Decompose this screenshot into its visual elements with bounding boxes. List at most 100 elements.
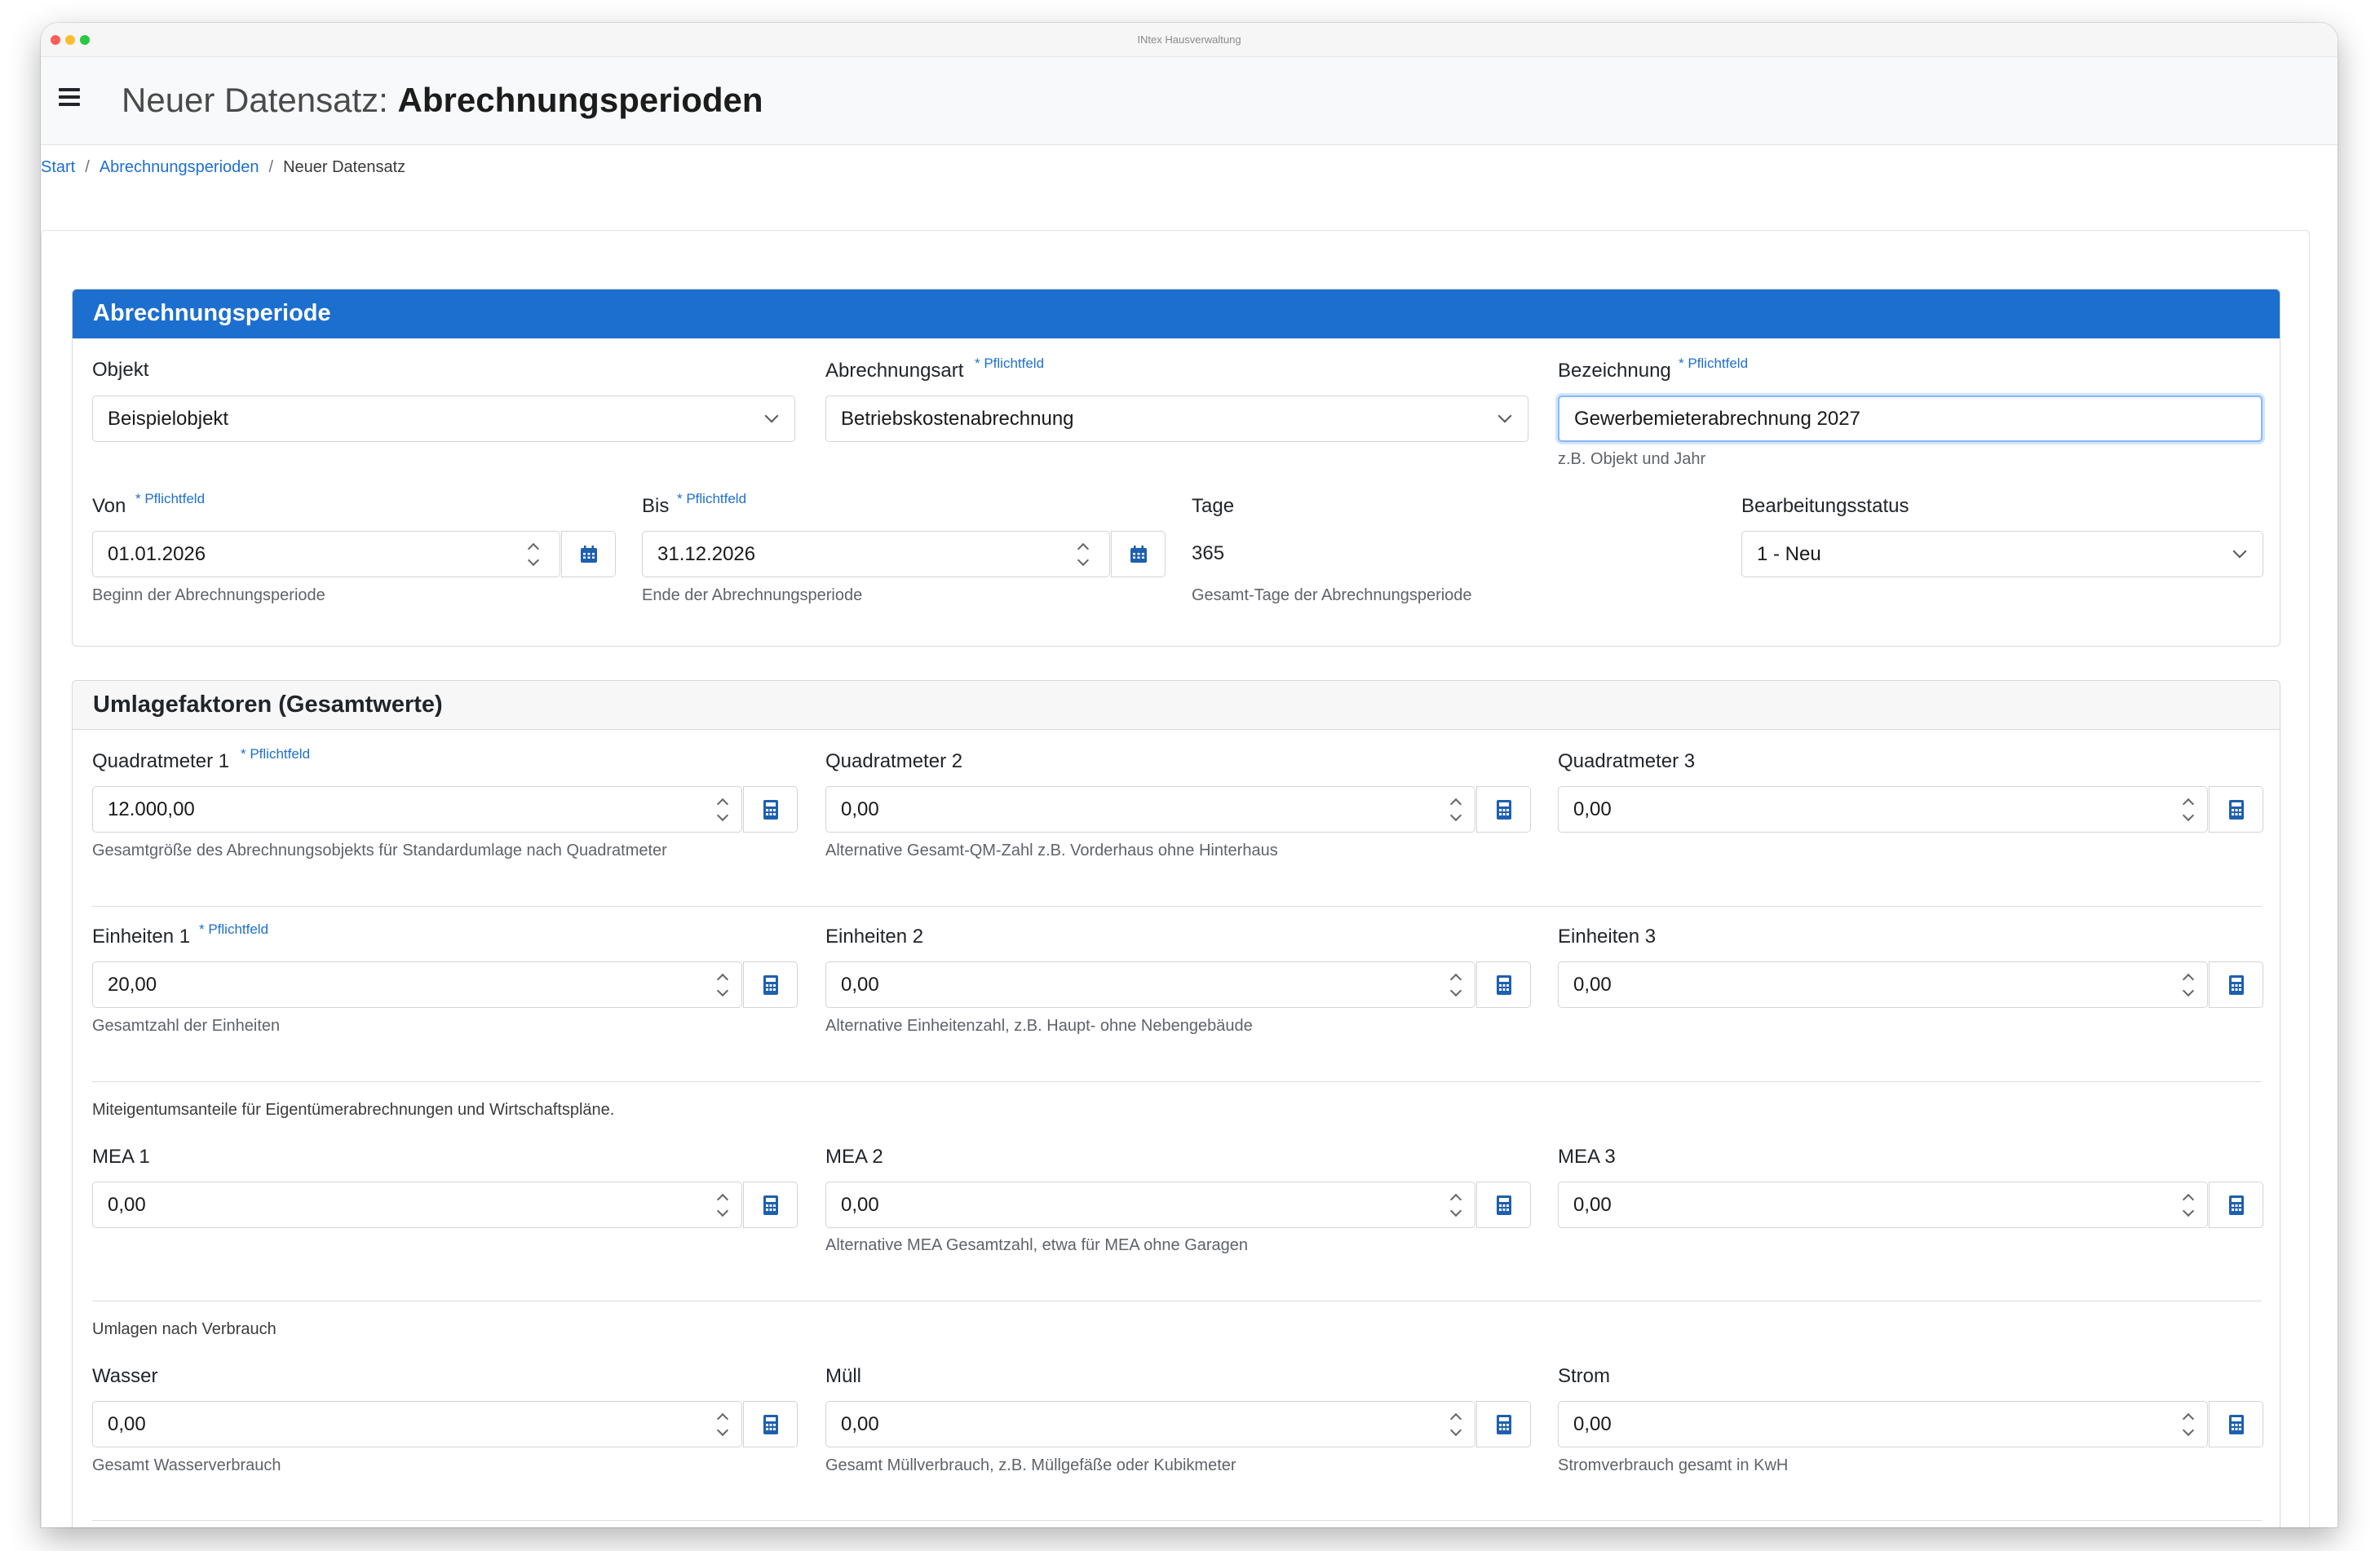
chevron-down-icon <box>1500 414 1510 424</box>
abrechnungsart-select[interactable]: Betriebskostenabrechnung <box>825 395 1528 442</box>
einheiten-3-label: Einheiten 3 <box>1558 926 1657 948</box>
wasser-value: 0,00 <box>108 1412 146 1435</box>
app-window: INtex Hausverwaltung Neuer Datensatz: Ab… <box>41 23 2338 1527</box>
bezeichnung-value: Gewerbemieterabrechnung 2027 <box>1574 407 1860 430</box>
calculator-icon <box>2228 974 2244 995</box>
einheiten-2-input[interactable]: 0,00 <box>825 961 1531 1008</box>
mea-2-input[interactable]: 0,00 <box>825 1182 1531 1228</box>
quadratmeter-3-value: 0,00 <box>1573 798 1612 820</box>
mea-3-input[interactable]: 0,00 <box>1558 1182 2263 1228</box>
quadratmeter-1-stepper[interactable] <box>714 793 731 826</box>
wasser-stepper[interactable] <box>714 1408 731 1441</box>
quadratmeter-3-stepper[interactable] <box>2180 793 2196 826</box>
quadratmeter-2-help: Alternative Gesamt-QM-Zahl z.B. Vorderha… <box>825 842 1278 859</box>
menu-icon[interactable] <box>59 86 82 106</box>
von-date-input[interactable]: 01.01.2026 <box>92 531 616 577</box>
mea-3-label: MEA 3 <box>1558 1146 1616 1168</box>
calculator-icon <box>1496 974 1511 995</box>
muell-label: Müll <box>825 1365 862 1387</box>
calculator-icon <box>1496 1195 1511 1215</box>
muell-input[interactable]: 0,00 <box>825 1401 1531 1447</box>
einheiten-3-input[interactable]: 0,00 <box>1558 961 2263 1008</box>
einheiten-2-stepper[interactable] <box>1448 969 1464 1001</box>
einheiten-1-stepper[interactable] <box>714 969 731 1001</box>
einheiten-1-calculator-button[interactable] <box>743 961 798 1008</box>
calculator-icon <box>2228 1195 2244 1215</box>
mea-3-stepper[interactable] <box>2180 1189 2196 1222</box>
page-title-prefix: Neuer Datensatz: <box>122 81 388 119</box>
einheiten-3-calculator-button[interactable] <box>2209 961 2263 1008</box>
einheiten-2-calculator-button[interactable] <box>1476 961 1531 1008</box>
breadcrumb-start-link[interactable]: Start <box>41 158 75 176</box>
bearbeitungsstatus-label: Bearbeitungsstatus <box>1741 495 1909 517</box>
wasser-input[interactable]: 0,00 <box>92 1401 798 1447</box>
bis-date-input[interactable]: 31.12.2026 <box>642 531 1166 577</box>
einheiten-3-stepper[interactable] <box>2180 969 2196 1001</box>
von-value: 01.01.2026 <box>108 542 206 565</box>
quadratmeter-1-help: Gesamtgröße des Abrechnungsobjekts für S… <box>92 842 667 859</box>
app-header: Neuer Datensatz: Abrechnungsperioden <box>41 57 2338 145</box>
strom-calculator-button[interactable] <box>2209 1401 2263 1447</box>
mea-1-input[interactable]: 0,00 <box>92 1182 798 1228</box>
muell-help: Gesamt Müllverbrauch, z.B. Müllgefäße od… <box>825 1456 1236 1474</box>
divider <box>92 906 2262 907</box>
mea-1-calculator-button[interactable] <box>743 1182 798 1228</box>
tage-help: Gesamt-Tage der Abrechnungsperiode <box>1192 586 1472 604</box>
strom-help: Stromverbrauch gesamt in KwH <box>1558 1456 1789 1474</box>
muell-calculator-button[interactable] <box>1476 1401 1531 1447</box>
quadratmeter-1-input[interactable]: 12.000,00 <box>92 786 798 833</box>
einheiten-1-input[interactable]: 20,00 <box>92 961 798 1008</box>
quadratmeter-2-stepper[interactable] <box>1448 793 1464 826</box>
mea-3-value: 0,00 <box>1573 1193 1612 1216</box>
quadratmeter-1-calculator-button[interactable] <box>743 786 798 833</box>
mea-1-label: MEA 1 <box>92 1146 150 1168</box>
abrechnungsart-value: Betriebskostenabrechnung <box>841 407 1074 430</box>
strom-stepper[interactable] <box>2180 1408 2196 1441</box>
einheiten-1-label: Einheiten 1 <box>92 926 191 948</box>
quadratmeter-2-calculator-button[interactable] <box>1476 786 1531 833</box>
objekt-select[interactable]: Beispielobjekt <box>92 395 795 442</box>
page-title: Neuer Datensatz: Abrechnungsperioden <box>122 80 763 121</box>
calculator-icon <box>2228 1414 2244 1434</box>
bearbeitungsstatus-select[interactable]: 1 - Neu <box>1741 531 2263 577</box>
required-marker: * Pflichtfeld <box>241 746 311 762</box>
required-marker: * Pflichtfeld <box>199 921 269 937</box>
muell-stepper[interactable] <box>1448 1408 1464 1441</box>
required-marker: * Pflichtfeld <box>1679 356 1749 371</box>
page-title-entity: Abrechnungsperioden <box>397 81 763 119</box>
mea-2-help: Alternative MEA Gesamtzahl, etwa für MEA… <box>825 1236 1249 1254</box>
wasser-calculator-button[interactable] <box>743 1401 798 1447</box>
von-stepper[interactable] <box>525 538 542 571</box>
mea-1-value: 0,00 <box>108 1193 146 1216</box>
bis-calendar-button[interactable] <box>1111 531 1166 577</box>
mea-2-calculator-button[interactable] <box>1476 1182 1531 1228</box>
strom-input[interactable]: 0,00 <box>1558 1401 2263 1447</box>
wasser-label: Wasser <box>92 1365 158 1387</box>
quadratmeter-2-input[interactable]: 0,00 <box>825 786 1531 833</box>
divider <box>92 1081 2262 1082</box>
bezeichnung-help: z.B. Objekt und Jahr <box>1558 450 1706 468</box>
calculator-icon <box>763 974 778 995</box>
verbrauch-note: Umlagen nach Verbrauch <box>92 1320 276 1338</box>
mea-2-stepper[interactable] <box>1448 1189 1464 1222</box>
divider <box>92 1520 2262 1521</box>
bearbeitungsstatus-value: 1 - Neu <box>1757 542 1821 565</box>
mea-1-stepper[interactable] <box>714 1189 731 1222</box>
einheiten-1-help: Gesamtzahl der Einheiten <box>92 1017 281 1035</box>
breadcrumb-abrechnungsperioden-link[interactable]: Abrechnungsperioden <box>100 158 259 176</box>
quadratmeter-1-label: Quadratmeter 1 <box>92 750 230 772</box>
mea-3-calculator-button[interactable] <box>2209 1182 2263 1228</box>
calculator-icon <box>1496 799 1511 820</box>
calculator-icon <box>763 799 778 820</box>
strom-value: 0,00 <box>1573 1412 1612 1435</box>
calendar-icon <box>580 545 597 563</box>
von-calendar-button[interactable] <box>561 531 616 577</box>
einheiten-2-value: 0,00 <box>841 973 879 996</box>
calculator-icon <box>2228 799 2244 820</box>
bis-stepper[interactable] <box>1075 538 1091 571</box>
calculator-icon <box>1496 1414 1511 1434</box>
quadratmeter-3-calculator-button[interactable] <box>2209 786 2263 833</box>
quadratmeter-3-input[interactable]: 0,00 <box>1558 786 2263 833</box>
bezeichnung-label: Bezeichnung <box>1558 360 1671 382</box>
bezeichnung-input[interactable]: Gewerbemieterabrechnung 2027 <box>1558 395 2263 442</box>
